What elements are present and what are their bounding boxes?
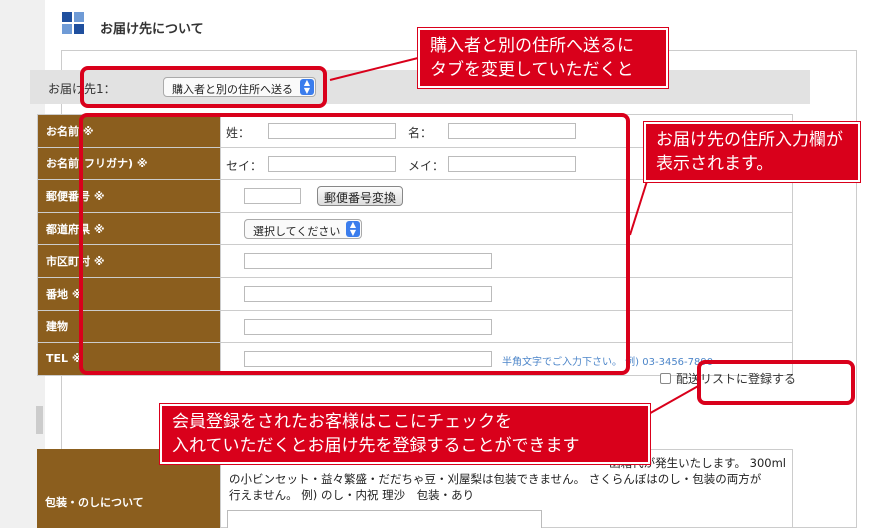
callout-line: タブを変更していただくと <box>430 60 634 80</box>
callout-form: お届け先の住所入力欄が 表示されます。 <box>644 122 860 182</box>
callout-tab: 購入者と別の住所へ送るに タブを変更していただくと <box>418 28 668 88</box>
callout-line: 入れていただくとお届け先を登録することができます <box>172 436 580 456</box>
callout-line: 会員登録をされたお客様はここにチェックを <box>172 412 512 432</box>
callout-line: 表示されます。 <box>656 154 774 174</box>
callout-line: 購入者と別の住所へ送るに <box>430 36 634 56</box>
callout-check: 会員登録をされたお客様はここにチェックを 入れていただくとお届け先を登録すること… <box>160 404 650 464</box>
callout-line: お届け先の住所入力欄が <box>656 130 843 150</box>
